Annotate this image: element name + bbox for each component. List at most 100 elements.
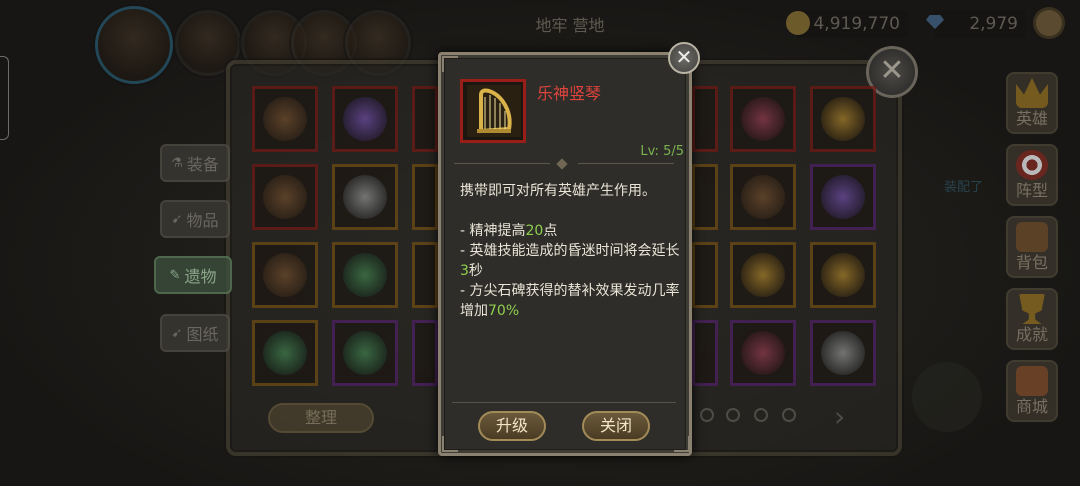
relic-slot[interactable] (692, 86, 718, 152)
leaf-icon (741, 97, 785, 141)
settings-gear-icon[interactable] (1036, 10, 1062, 36)
next-page-arrow-icon[interactable]: › (834, 400, 845, 433)
effect-text: 秒 (468, 263, 483, 279)
relic-slot[interactable] (810, 164, 876, 230)
divider-line (578, 163, 674, 164)
herb-bowl-icon (343, 253, 387, 297)
gold-amount: 4,919,770 (813, 14, 900, 34)
location-title: 地牢 营地 (535, 16, 605, 35)
close-button[interactable]: 关闭 (582, 411, 650, 441)
relic-slot[interactable] (810, 320, 876, 386)
divider-diamond (556, 158, 568, 170)
relic-slot[interactable] (730, 242, 796, 308)
sort-button[interactable]: 整理 (268, 403, 374, 433)
menu-shop[interactable]: 商城 (1006, 360, 1058, 422)
boot-icon[interactable] (912, 362, 982, 432)
relic-slot[interactable] (730, 86, 796, 152)
effect-value: 70% (488, 303, 520, 319)
corner-ornament (674, 436, 690, 452)
effect-value: 3 (460, 263, 469, 279)
menu-formation[interactable]: 阵型 (1006, 144, 1058, 206)
treasure-chest-icon (1016, 366, 1048, 396)
menu-label: 阵型 (1015, 181, 1048, 200)
relic-slot[interactable] (412, 164, 438, 230)
footer-divider (452, 402, 676, 403)
playing-card-icon (821, 331, 865, 375)
tab-label: 图纸 (186, 325, 219, 344)
gem-counter: 2,979 (934, 10, 1026, 38)
gem-amount: 2,979 (969, 14, 1018, 34)
relic-slot[interactable] (730, 164, 796, 230)
item-icon-frame (460, 79, 526, 143)
harp-icon (467, 85, 521, 137)
relic-slot[interactable] (332, 320, 398, 386)
lantern-icon (263, 175, 307, 219)
bell-icon (263, 331, 307, 375)
relic-slot[interactable] (252, 242, 318, 308)
relic-slot[interactable] (332, 86, 398, 152)
tab-equipment[interactable]: ⚗ 装备 (160, 144, 230, 182)
menu-label: 成就 (1015, 325, 1048, 344)
hero-portrait[interactable] (95, 6, 173, 84)
relic-slot[interactable] (692, 320, 718, 386)
white-feather-icon (343, 175, 387, 219)
diamond-icon (924, 11, 948, 35)
relic-slot[interactable] (412, 86, 438, 152)
effect-text: - 英雄技能造成的昏迷时间将会延长 (460, 243, 680, 259)
effect-text: - 精神提高 (460, 223, 526, 239)
page-dot[interactable] (782, 408, 796, 422)
bat-wing-icon (741, 331, 785, 375)
upgrade-button[interactable]: 升级 (478, 411, 546, 441)
prayer-beads-icon (263, 97, 307, 141)
wheat-icon (821, 253, 865, 297)
relic-slot[interactable] (252, 320, 318, 386)
relic-slot[interactable] (252, 164, 318, 230)
flask-icon: ⚗ (171, 155, 183, 171)
menu-label: 商城 (1015, 397, 1048, 416)
harp-icon (821, 97, 865, 141)
relic-slot[interactable] (730, 320, 796, 386)
page-dot[interactable] (700, 408, 714, 422)
page-dot[interactable] (754, 408, 768, 422)
page-dot[interactable] (726, 408, 740, 422)
tab-relics[interactable]: ✎ 遗物 (154, 256, 232, 294)
effect-text: 点 (543, 223, 558, 239)
corner-ornament (442, 56, 458, 72)
crossbow-icon (741, 175, 785, 219)
relic-slot[interactable] (252, 86, 318, 152)
item-level: Lv: 5/5 (640, 144, 684, 159)
crystal-brazier-icon (821, 175, 865, 219)
relic-slot[interactable] (412, 242, 438, 308)
relic-slot[interactable] (810, 242, 876, 308)
bag-icon (1016, 222, 1048, 252)
relic-slot[interactable] (412, 320, 438, 386)
tab-label: 装备 (186, 155, 219, 174)
relic-icon: ✎ (169, 267, 181, 283)
tab-blueprints[interactable]: ➹ 图纸 (160, 314, 230, 352)
effect-value: 20 (525, 223, 544, 239)
tab-items[interactable]: ➹ 物品 (160, 200, 230, 238)
bow-icon: ➹ (171, 211, 183, 227)
item-description: 携带即可对所有英雄产生作用。 - 精神提高20点 - 英雄技能造成的昏迷时间将会… (460, 181, 680, 321)
popup-close-button[interactable]: ✕ (668, 42, 700, 74)
menu-achievements[interactable]: 成就 (1006, 288, 1058, 350)
effect-line: - 方尖石碑获得的替补效果发动几率增加70% (460, 281, 680, 321)
description-intro: 携带即可对所有英雄产生作用。 (460, 183, 656, 199)
relic-slot[interactable] (332, 164, 398, 230)
menu-heroes[interactable]: 英雄 (1006, 72, 1058, 134)
relic-slot[interactable] (692, 164, 718, 230)
tab-label: 遗物 (184, 267, 217, 286)
relic-slot[interactable] (332, 242, 398, 308)
menu-backpack[interactable]: 背包 (1006, 216, 1058, 278)
relic-slot[interactable] (810, 86, 876, 152)
trophy-icon (1019, 294, 1045, 324)
effect-line: - 英雄技能造成的昏迷时间将会延长 3秒 (460, 241, 680, 281)
menu-label: 英雄 (1015, 109, 1048, 128)
eye-amulet-icon (343, 331, 387, 375)
gold-coin-icon (786, 11, 810, 35)
effect-line: - 精神提高20点 (460, 221, 680, 241)
relic-slot[interactable] (692, 242, 718, 308)
left-edge-tab[interactable] (0, 56, 9, 140)
gold-counter: 4,919,770 (786, 10, 908, 38)
rope-icon (263, 253, 307, 297)
